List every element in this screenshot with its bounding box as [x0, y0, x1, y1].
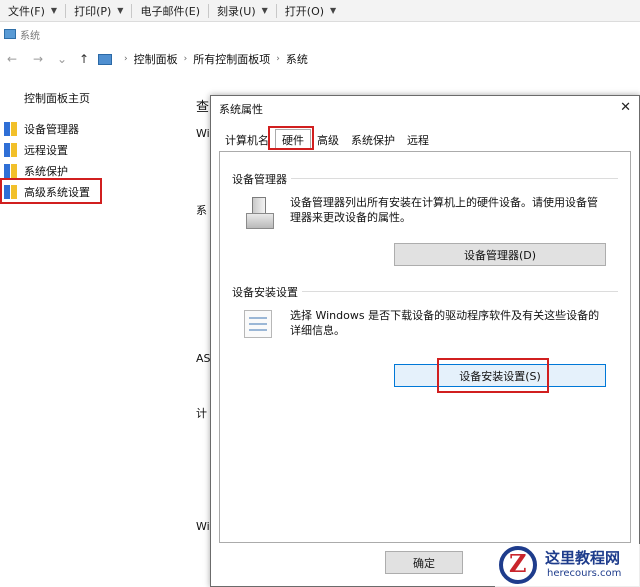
breadcrumb-all-items[interactable]: 所有控制面板项	[193, 51, 270, 67]
tab-remote[interactable]: 远程	[401, 132, 435, 150]
menu-print[interactable]: 打印(P) ▼	[66, 0, 131, 22]
chevron-down-icon: ▼	[261, 6, 268, 15]
settings-list-icon	[244, 310, 272, 338]
hardware-tab-panel: 设备管理器 设备管理器列出所有安装在计算机上的硬件设备。请使用设备管理器来更改设…	[219, 151, 631, 543]
chevron-down-icon: ▼	[50, 6, 58, 15]
tab-strip: 计算机名 硬件 高级 系统保护 远程	[219, 129, 435, 150]
window-title: 系统	[20, 30, 40, 42]
main-heading-fragment: 查	[196, 100, 210, 115]
breadcrumb-separator: ›	[276, 54, 280, 64]
control-panel-icon	[98, 53, 112, 65]
close-icon[interactable]: ✕	[620, 100, 631, 115]
watermark: 这里教程网 herecours.com	[495, 544, 640, 587]
main-text-fragment: Wi	[196, 127, 210, 140]
sidebar-item-label: 设备管理器	[24, 123, 79, 136]
main-text-fragment: 计	[196, 407, 207, 420]
breadcrumb-control-panel[interactable]: 控制面板	[134, 51, 178, 67]
recent-locations-icon[interactable]: ⌄	[54, 52, 70, 66]
window-title-bar: 系统	[0, 23, 640, 45]
device-manager-button[interactable]: 设备管理器(D)	[394, 243, 606, 266]
back-arrow-icon[interactable]: ←	[4, 52, 20, 66]
breadcrumb: › 控制面板 › 所有控制面板项 › 系统	[98, 51, 308, 67]
system-properties-dialog: 系统属性 ✕ 计算机名 硬件 高级 系统保护 远程 设备管理器 设备管理器列出所…	[210, 95, 640, 587]
shield-icon	[4, 122, 17, 136]
device-manager-description: 设备管理器列出所有安装在计算机上的硬件设备。请使用设备管理器来更改设备的属性。	[290, 196, 598, 224]
watermark-logo-icon	[499, 546, 537, 584]
sidebar-item-device-manager[interactable]: 设备管理器	[4, 120, 79, 138]
device-install-description: 选择 Windows 是否下载设备的驱动程序软件及有关这些设备的详细信息。	[290, 309, 600, 337]
chevron-down-icon: ▼	[117, 6, 124, 15]
device-manager-group: 设备管理器 设备管理器列出所有安装在计算机上的硬件设备。请使用设备管理器来更改设…	[232, 171, 618, 268]
sidebar-item-label: 系统保护	[24, 165, 68, 178]
ok-button[interactable]: 确定	[385, 551, 463, 574]
menu-bar: 文件(F) ▼ 打印(P) ▼ 电子邮件(E) 刻录(U) ▼ 打开(O) ▼	[0, 0, 640, 22]
breadcrumb-separator: ›	[124, 54, 128, 64]
chevron-down-icon: ▼	[330, 6, 337, 15]
forward-arrow-icon[interactable]: →	[30, 52, 46, 66]
highlight-box-install-button	[437, 358, 549, 393]
watermark-url: herecours.com	[547, 568, 622, 579]
system-icon	[4, 29, 16, 39]
tab-system-protection[interactable]: 系统保护	[345, 132, 401, 150]
highlight-box-hardware-tab	[268, 126, 314, 150]
device-manager-icon	[244, 197, 274, 231]
watermark-name: 这里教程网	[545, 549, 621, 567]
menu-burn[interactable]: 刻录(U) ▼	[209, 0, 276, 22]
device-install-group: 设备安装设置 选择 Windows 是否下载设备的驱动程序软件及有关这些设备的详…	[232, 284, 618, 401]
main-text-fragment: Wi	[196, 520, 210, 533]
breadcrumb-separator: ›	[183, 54, 188, 64]
up-arrow-icon[interactable]: ↑	[76, 52, 92, 66]
main-text-fragment: 系	[196, 204, 207, 217]
left-pane: 控制面板主页 设备管理器 远程设置 系统保护 高级系统设置	[0, 82, 190, 587]
shield-icon	[4, 164, 17, 178]
dialog-title: 系统属性	[219, 103, 263, 116]
menu-file[interactable]: 文件(F) ▼	[0, 0, 65, 22]
sidebar-item-remote-settings[interactable]: 远程设置	[4, 141, 68, 159]
highlight-box-advanced-settings	[0, 178, 102, 204]
control-panel-home-link[interactable]: 控制面板主页	[24, 90, 90, 106]
group-label: 设备管理器	[232, 171, 291, 187]
sidebar-item-label: 远程设置	[24, 144, 68, 157]
tab-computer-name[interactable]: 计算机名	[219, 132, 275, 150]
menu-open[interactable]: 打开(O) ▼	[277, 0, 344, 22]
main-text-fragment: AS	[196, 352, 211, 365]
group-label: 设备安装设置	[232, 284, 302, 300]
navigation-bar: ← → ⌄ ↑ › 控制面板 › 所有控制面板项 › 系统	[0, 47, 640, 71]
breadcrumb-system[interactable]: 系统	[286, 51, 308, 67]
menu-email[interactable]: 电子邮件(E)	[132, 0, 208, 22]
tab-advanced[interactable]: 高级	[311, 132, 345, 150]
shield-icon	[4, 143, 17, 157]
